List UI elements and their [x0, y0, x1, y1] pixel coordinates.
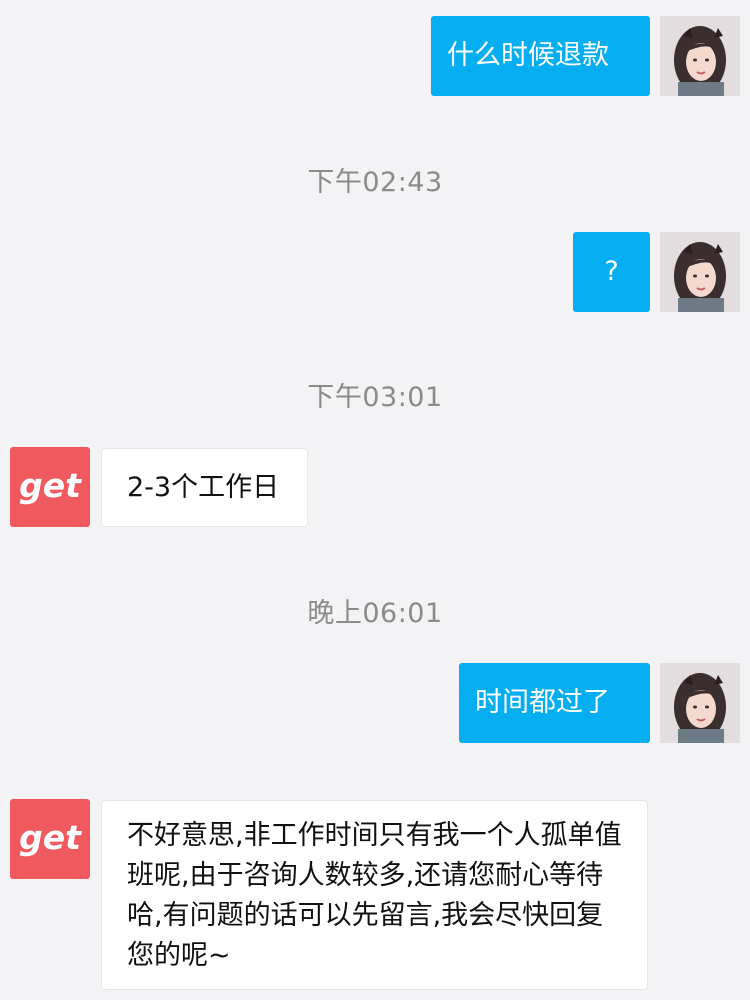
user-avatar[interactable]: [660, 232, 740, 312]
chat-thread: 什么时候退款 下午02:43 ? 下午03:01 get 2-3个工作日 晚上0…: [0, 0, 750, 1000]
get-logo-icon: get: [10, 447, 90, 527]
get-logo-text: get: [19, 466, 82, 505]
message-text: 不好意思,非工作时间只有我一个人孤单值班呢,由于咨询人数较多,还请您耐心等待哈,…: [127, 820, 622, 971]
message-timestamp: 晚上06:01: [307, 598, 443, 629]
user-avatar-photo-icon: [660, 16, 740, 96]
message-text: 什么时候退款: [447, 40, 609, 71]
user-avatar[interactable]: [660, 663, 740, 743]
message-timestamp: 下午03:01: [307, 382, 443, 413]
agent-message-bubble[interactable]: 不好意思,非工作时间只有我一个人孤单值班呢,由于咨询人数较多,还请您耐心等待哈,…: [101, 800, 648, 990]
message-text: ?: [604, 256, 619, 287]
message-text: 时间都过了: [475, 687, 610, 718]
agent-avatar[interactable]: get: [10, 447, 90, 527]
user-message-bubble[interactable]: 时间都过了: [459, 663, 650, 743]
user-avatar-photo-icon: [660, 232, 740, 312]
get-logo-icon: get: [10, 799, 90, 879]
message-text: 2-3个工作日: [127, 472, 280, 503]
get-logo-text: get: [19, 818, 82, 857]
agent-avatar[interactable]: get: [10, 799, 90, 879]
agent-message-bubble[interactable]: 2-3个工作日: [101, 448, 308, 527]
user-avatar-photo-icon: [660, 663, 740, 743]
message-timestamp: 下午02:43: [307, 167, 443, 198]
user-avatar[interactable]: [660, 16, 740, 96]
user-message-bubble[interactable]: 什么时候退款: [431, 16, 650, 96]
user-message-bubble[interactable]: ?: [573, 232, 650, 312]
